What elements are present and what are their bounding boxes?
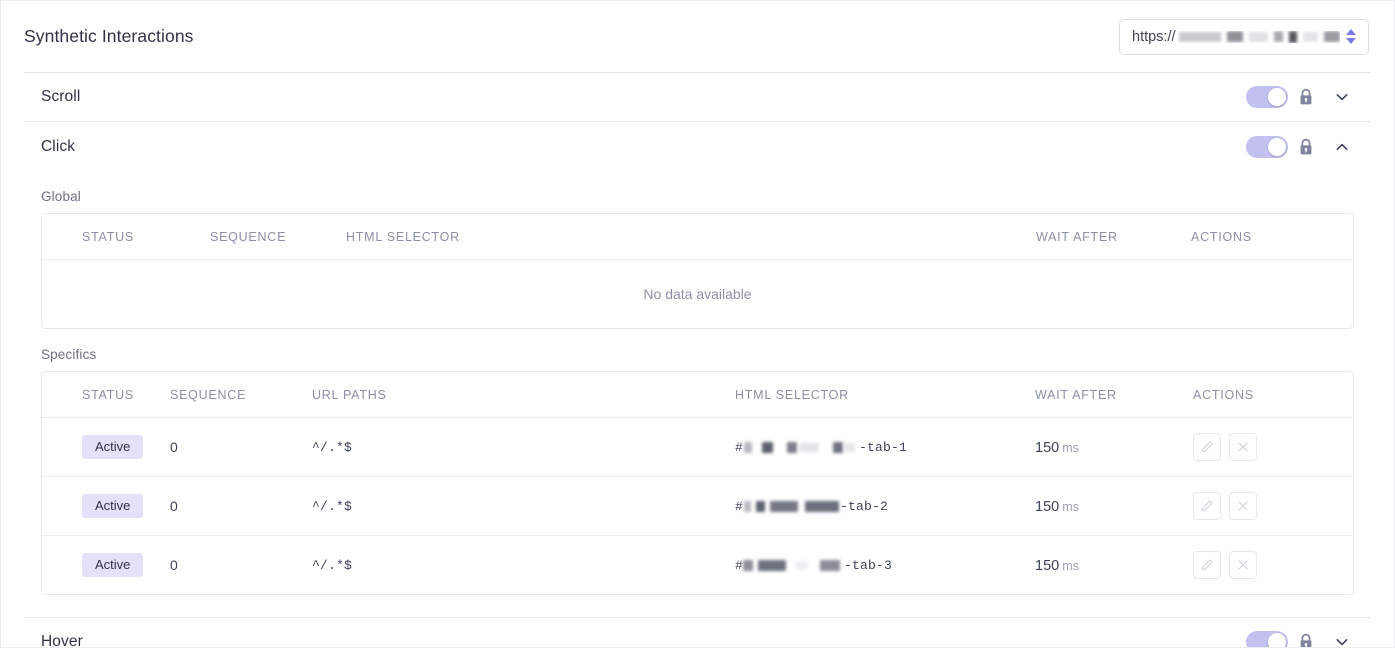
cell-wait-after: 150 ms: [1035, 536, 1193, 595]
wait-value: 150: [1035, 498, 1060, 515]
section-hover-title: Hover: [41, 633, 83, 648]
edit-row-button[interactable]: [1193, 551, 1221, 579]
cell-status: Active: [42, 476, 170, 536]
cell-wait-after: 150 ms: [1035, 417, 1193, 477]
selector-suffix: -tab-2: [840, 498, 889, 514]
specifics-table-header-row: STATUS SEQUENCE URL PATHS HTML SELECTOR …: [42, 372, 1353, 418]
global-table-header-row: STATUS SEQUENCE HTML SELECTOR WAIT AFTER…: [42, 214, 1353, 260]
column-header-url-paths: URL PATHS: [308, 372, 735, 418]
lock-icon: [1300, 138, 1312, 154]
delete-row-button[interactable]: [1229, 551, 1257, 579]
column-header-actions: ACTIONS: [1193, 372, 1353, 418]
cell-wait-after: 150 ms: [1035, 476, 1193, 536]
cell-url-path: ^/.*$: [308, 417, 735, 477]
table-row: Active 0 ^/.*$ # -tab-3 150 ms: [42, 536, 1353, 595]
section-click-header[interactable]: Click: [24, 122, 1371, 171]
section-click-body: Global STATUS SEQUENCE HTML SELECTOR WAI…: [1, 171, 1394, 595]
column-header-wait-after: WAIT AFTER: [1036, 214, 1191, 260]
status-badge: Active: [82, 493, 144, 519]
selector-suffix: -tab-3: [844, 557, 893, 573]
delete-icon: [1238, 501, 1248, 511]
section-click-toggle[interactable]: [1246, 135, 1288, 158]
column-header-sequence: SEQUENCE: [170, 372, 308, 418]
section-hover-controls: [1246, 631, 1371, 648]
cell-status: Active: [42, 417, 170, 477]
column-header-status: STATUS: [42, 214, 210, 260]
cell-sequence: 0: [170, 476, 308, 536]
column-header-wait-after: WAIT AFTER: [1035, 372, 1193, 418]
column-header-html-selector: HTML SELECTOR: [735, 372, 1035, 418]
cell-status: Active: [42, 536, 170, 595]
lock-icon: [1300, 633, 1312, 647]
synthetic-interactions-page: Synthetic Interactions https:// Scroll C…: [0, 0, 1395, 648]
specifics-table: STATUS SEQUENCE URL PATHS HTML SELECTOR …: [42, 372, 1353, 594]
section-scroll-header[interactable]: Scroll: [24, 73, 1371, 122]
section-scroll-title: Scroll: [41, 88, 81, 105]
selector-prefix: #: [735, 557, 744, 573]
selector-prefix: #: [735, 498, 744, 514]
section-click-controls: [1246, 135, 1371, 158]
column-header-status: STATUS: [42, 372, 170, 418]
specifics-subsection-label: Specifics: [41, 347, 97, 362]
column-header-sequence: SEQUENCE: [210, 214, 346, 260]
page-title: Synthetic Interactions: [24, 26, 194, 46]
cell-url-path: ^/.*$: [308, 476, 735, 536]
delete-icon: [1238, 442, 1248, 452]
status-badge: Active: [82, 434, 144, 460]
section-hover-toggle[interactable]: [1246, 631, 1288, 647]
edit-icon: [1201, 559, 1213, 571]
url-redacted-value: [1178, 30, 1340, 43]
section-click-title: Click: [41, 137, 76, 155]
status-badge: Active: [82, 552, 144, 578]
url-select-dropdown[interactable]: https://: [1119, 18, 1369, 55]
selector-suffix: -tab-1: [859, 439, 908, 455]
column-header-actions: ACTIONS: [1191, 214, 1353, 260]
wait-unit: ms: [1062, 558, 1079, 573]
url-protocol-text: https://: [1132, 28, 1176, 45]
edit-row-button[interactable]: [1193, 433, 1221, 461]
cell-html-selector: # -tab-2: [735, 476, 1035, 536]
chevron-down-icon[interactable]: [1334, 634, 1350, 648]
delete-row-button[interactable]: [1229, 433, 1257, 461]
global-table: STATUS SEQUENCE HTML SELECTOR WAIT AFTER…: [42, 214, 1353, 328]
global-table-card: STATUS SEQUENCE HTML SELECTOR WAIT AFTER…: [41, 213, 1354, 329]
cell-actions: [1193, 536, 1353, 595]
global-table-empty-row: No data available: [42, 260, 1353, 329]
wait-value: 150: [1035, 557, 1060, 574]
edit-icon: [1201, 441, 1213, 453]
table-row: Active 0 ^/.*$ # -tab-2 150 ms: [42, 476, 1353, 536]
global-subsection-label: Global: [41, 189, 81, 204]
cell-html-selector: # -tab-3: [735, 536, 1035, 595]
cell-actions: [1193, 417, 1353, 477]
section-hover-header[interactable]: Hover: [24, 618, 1371, 648]
selector-prefix: #: [735, 439, 744, 455]
section-scroll-controls: [1246, 86, 1371, 108]
edit-icon: [1201, 500, 1213, 512]
section-scroll-toggle[interactable]: [1246, 86, 1288, 108]
table-row: Active 0 ^/.*$ # -tab-1 150 ms: [42, 417, 1353, 477]
wait-unit: ms: [1062, 440, 1079, 455]
cell-sequence: 0: [170, 417, 308, 477]
no-data-message: No data available: [643, 286, 752, 302]
cell-html-selector: # -tab-1: [735, 417, 1035, 477]
delete-icon: [1238, 560, 1248, 570]
wait-unit: ms: [1062, 499, 1079, 514]
stepper-up-down-icon[interactable]: [1342, 26, 1360, 48]
column-header-html-selector: HTML SELECTOR: [346, 214, 1036, 260]
page-header: Synthetic Interactions https://: [1, 1, 1394, 72]
edit-row-button[interactable]: [1193, 492, 1221, 520]
specifics-table-card: STATUS SEQUENCE URL PATHS HTML SELECTOR …: [41, 371, 1354, 595]
wait-value: 150: [1035, 439, 1060, 456]
lock-icon: [1300, 88, 1312, 105]
cell-url-path: ^/.*$: [312, 557, 353, 573]
delete-row-button[interactable]: [1229, 492, 1257, 520]
chevron-down-icon[interactable]: [1334, 89, 1350, 105]
chevron-up-icon[interactable]: [1334, 139, 1350, 155]
cell-actions: [1193, 476, 1353, 536]
cell-sequence: 0: [170, 557, 178, 573]
